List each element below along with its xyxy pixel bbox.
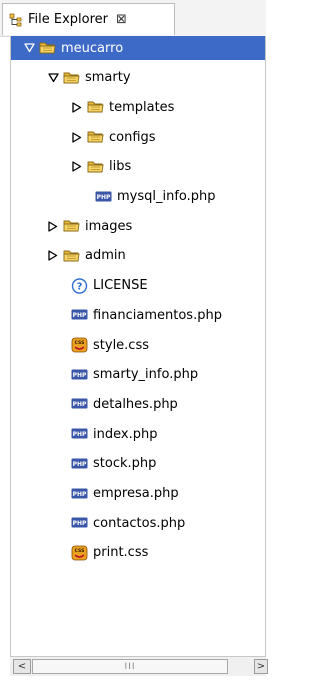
php-file-icon: PHP [71,426,88,442]
svg-text:CSS: CSS [75,548,85,554]
css-file-icon: CSS [71,337,88,353]
php-file-icon: PHP [71,486,88,502]
svg-text:PHP: PHP [97,194,111,201]
tree-item-label: templates [109,99,175,115]
tree-file-smarty_info-php[interactable]: PHP smarty_info.php [11,363,265,387]
php-file-icon: PHP [71,515,88,531]
tree-folder-smarty[interactable]: smarty [11,66,265,90]
css-file-icon: CSS [71,545,88,561]
horizontal-scrollbar[interactable]: < III > [10,656,268,676]
help-icon: ? [71,277,88,294]
collapse-right-arrow-icon[interactable] [71,131,83,143]
tree-folder-meucarro[interactable]: meucarro [11,36,265,60]
tree-item-label: print.css [93,545,149,561]
close-icon[interactable]: ⊠ [116,12,127,27]
svg-text:PHP: PHP [73,520,87,527]
tree-item-label: contactos.php [93,515,186,531]
tree-file-stock-php[interactable]: PHP stock.php [11,452,265,476]
scrollbar-thumb[interactable]: III [32,659,228,674]
tree-item-label: configs [109,129,156,145]
tree-folder-libs[interactable]: libs [11,155,265,179]
tree-item-label: stock.php [93,456,157,472]
svg-text:PHP: PHP [73,431,87,438]
tree-file-mysql_info-php[interactable]: PHP mysql_info.php [11,185,265,209]
tree-file-contactos-php[interactable]: PHP contactos.php [11,511,265,535]
svg-text:PHP: PHP [73,461,87,468]
tree-folder-admin[interactable]: admin [11,244,265,268]
tree-folder-templates[interactable]: templates [11,95,265,119]
svg-text:CSS: CSS [75,340,85,346]
folder-icon [87,99,104,115]
svg-text:PHP: PHP [73,491,87,498]
tree-item-label: admin [85,248,126,264]
tree-item-label: meucarro [61,40,124,56]
file-explorer-window: File Explorer ⊠ meucarro smarty templates c… [0,0,268,682]
tree-item-label: financiamentos.php [93,307,222,323]
folder-icon [39,40,56,56]
tree-item-label: LICENSE [93,278,148,294]
tree-file-index-php[interactable]: PHP index.php [11,422,265,446]
svg-text:PHP: PHP [73,402,87,409]
folder-icon [63,70,80,86]
collapse-right-arrow-icon[interactable] [47,250,59,262]
tree-item-label: smarty [85,70,131,86]
collapse-right-arrow-icon[interactable] [71,161,83,173]
php-file-icon: PHP [71,307,88,323]
tree-item-label: mysql_info.php [117,189,216,204]
view-tab-bar: File Explorer ⊠ [0,0,266,37]
scroll-right-button[interactable]: > [254,659,268,674]
php-file-icon: PHP [71,367,88,383]
php-file-icon: PHP [71,456,88,472]
php-file-icon: PHP [71,396,88,412]
folder-icon [87,159,104,175]
tree-item-label: smarty_info.php [93,367,199,383]
svg-text:?: ? [77,281,83,292]
scrollbar-grip: III [124,661,136,672]
tree-item-label: images [85,218,133,234]
svg-text:PHP: PHP [73,312,87,319]
tree-panel: meucarro smarty templates configs libs PHP mys… [10,36,266,656]
folder-icon [63,248,80,264]
collapse-right-arrow-icon[interactable] [47,220,59,232]
tab-file-explorer[interactable]: File Explorer ⊠ [2,3,175,35]
tree-file-financiamentos-php[interactable]: PHP financiamentos.php [11,303,265,327]
tree-item-label: style.css [93,337,149,353]
file-explorer-icon [9,13,23,27]
tree-file-print-css[interactable]: CSS print.css [11,541,265,565]
tree-item-label: empresa.php [93,486,179,501]
tab-title: File Explorer [28,12,109,27]
php-file-icon: PHP [95,189,112,205]
tree-folder-images[interactable]: images [11,214,265,238]
tree-item-label: libs [109,159,132,175]
tree-item-label: detalhes.php [93,396,178,412]
tree-item-label: index.php [93,426,158,442]
expand-down-arrow-icon[interactable] [47,72,59,84]
folder-icon [87,129,104,145]
tree-folder-configs[interactable]: configs [11,125,265,149]
tree-file-empresa-php[interactable]: PHP empresa.php [11,482,265,506]
tree-file-detalhes-php[interactable]: PHP detalhes.php [11,392,265,416]
folder-icon [63,218,80,234]
svg-text:PHP: PHP [73,372,87,379]
tree-file-style-css[interactable]: CSS style.css [11,333,265,357]
collapse-right-arrow-icon[interactable] [71,101,83,113]
expand-down-arrow-icon[interactable] [23,42,35,54]
tree-file-LICENSE[interactable]: ? LICENSE [11,274,265,298]
scroll-left-button[interactable]: < [13,659,31,674]
